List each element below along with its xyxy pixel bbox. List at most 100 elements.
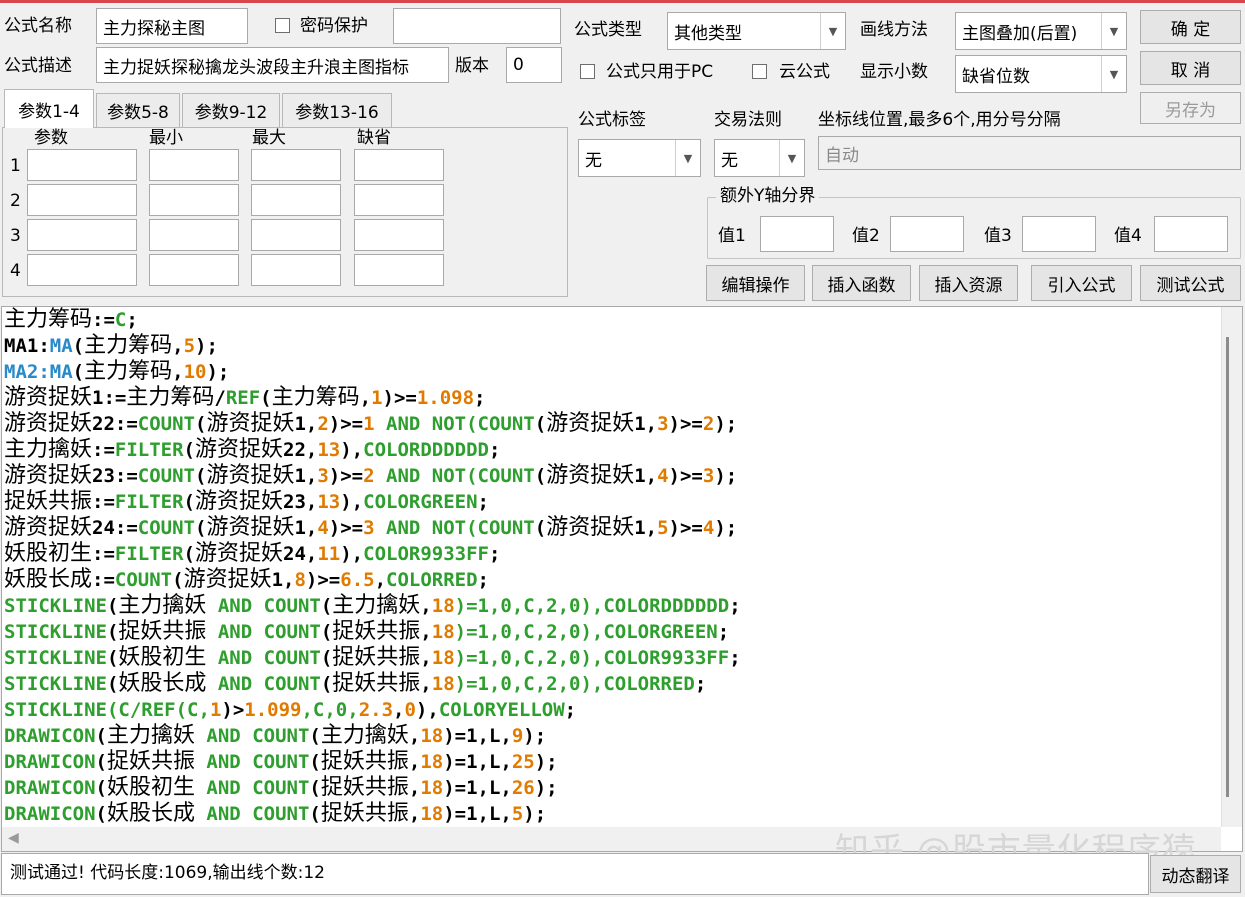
- code-token: :=: [92, 543, 115, 565]
- param-4-max-input[interactable]: [251, 254, 341, 286]
- code-token: )=1,0,C,2,0),: [454, 621, 604, 643]
- trade-rule-select[interactable]: 无 ▼: [714, 139, 805, 177]
- code-token: STICKLINE: [4, 621, 107, 643]
- code-token: 捉妖共振: [320, 801, 409, 826]
- code-line[interactable]: MA1:MA(主力筹码,5);: [4, 333, 741, 359]
- code-line[interactable]: STICKLINE(妖股长成 AND COUNT(捉妖共振,18)=1,0,C,…: [4, 671, 741, 697]
- horizontal-scrollbar[interactable]: ◀: [2, 827, 1221, 851]
- ok-button[interactable]: 确 定: [1140, 10, 1241, 44]
- code-line[interactable]: 游资捉妖24:=COUNT(游资捉妖1,4)>=3 AND NOT(COUNT(…: [4, 515, 741, 541]
- code-line[interactable]: DRAWICON(捉妖共振 AND COUNT(捉妖共振,18)=1,L,25)…: [4, 749, 741, 775]
- draw-method-select[interactable]: 主图叠加(后置) ▼: [955, 12, 1127, 50]
- decimal-select[interactable]: 缺省位数 ▼: [955, 55, 1127, 93]
- test-formula-button[interactable]: 测试公式: [1140, 265, 1241, 301]
- insert-function-button[interactable]: 插入函数: [812, 265, 911, 301]
- coord-line-input[interactable]: 自动: [818, 136, 1241, 170]
- param-4-min-input[interactable]: [149, 254, 239, 286]
- code-line[interactable]: STICKLINE(捉妖共振 AND COUNT(捉妖共振,18)=1,0,C,…: [4, 619, 741, 645]
- code-token: )>=: [328, 413, 364, 435]
- param-3-min-input[interactable]: [149, 219, 239, 251]
- y-value-1-input[interactable]: [760, 216, 834, 252]
- code-token: )=1,0,C,2,0),: [454, 673, 604, 695]
- save-as-button[interactable]: 另存为: [1140, 92, 1241, 124]
- param-1-default-input[interactable]: [354, 149, 444, 181]
- y-value-3-input[interactable]: [1022, 216, 1096, 252]
- formula-tag-select[interactable]: 无 ▼: [578, 139, 701, 177]
- param-2-min-input[interactable]: [149, 184, 239, 216]
- code-line[interactable]: STICKLINE(C/REF(C,1)>1.099,C,0,2.3,0),CO…: [4, 697, 741, 723]
- code-token: 捉妖共振: [332, 671, 421, 696]
- code-line[interactable]: STICKLINE(主力擒妖 AND COUNT(主力擒妖,18)=1,0,C,…: [4, 593, 741, 619]
- password-input[interactable]: [393, 8, 561, 44]
- code-line[interactable]: 捉妖共振:=FILTER(游资捉妖23,13),COLORGREEN;: [4, 489, 741, 515]
- pc-only-checkbox[interactable]: [580, 64, 595, 79]
- param-1-max-input[interactable]: [251, 149, 341, 181]
- code-editor[interactable]: 主力筹码:=C; MA1:MA(主力筹码,5); MA2:MA(主力筹码,10); 游…: [1, 306, 1243, 852]
- code-line[interactable]: STICKLINE(妖股初生 AND COUNT(捉妖共振,18)=1,0,C,…: [4, 645, 741, 671]
- code-token: 1: [363, 413, 375, 435]
- param-3-default-input[interactable]: [354, 219, 444, 251]
- tab-params-9-12[interactable]: 参数9-12: [182, 93, 280, 127]
- code-line[interactable]: 游资捉妖1:=主力筹码/REF(主力筹码,1)>=1.098;: [4, 385, 741, 411]
- vertical-scrollbar[interactable]: [1221, 307, 1242, 827]
- code-line[interactable]: 主力擒妖:=FILTER(游资捉妖22,13),COLORDDDDDD;: [4, 437, 741, 463]
- tab-params-1-4[interactable]: 参数1-4: [4, 89, 94, 128]
- code-token: )>=: [328, 517, 364, 539]
- cloud-formula-checkbox[interactable]: [752, 64, 767, 79]
- chevron-down-icon[interactable]: ▼: [1101, 56, 1126, 92]
- code-line[interactable]: 妖股初生:=FILTER(游资捉妖24,11),COLOR9933FF;: [4, 541, 741, 567]
- formula-type-select[interactable]: 其他类型 ▼: [667, 12, 846, 50]
- tab-params-13-16[interactable]: 参数13-16: [282, 93, 392, 127]
- arrow-left-icon[interactable]: ◀: [8, 830, 19, 846]
- code-line[interactable]: DRAWICON(妖股初生 AND COUNT(捉妖共振,18)=1,L,26)…: [4, 775, 741, 801]
- dynamic-translate-button[interactable]: 动态翻译: [1150, 855, 1241, 893]
- param-2-default-input[interactable]: [354, 184, 444, 216]
- code-token: FILTER: [114, 491, 184, 513]
- code-line[interactable]: DRAWICON(妖股长成 AND COUNT(捉妖共振,18)=1,L,5);: [4, 801, 741, 827]
- chevron-down-icon[interactable]: ▼: [779, 140, 804, 176]
- param-3-max-input[interactable]: [251, 219, 341, 251]
- code-line[interactable]: 主力筹码:=C;: [4, 307, 741, 333]
- param-header-name: 参数: [34, 128, 68, 148]
- code-token: )>=: [668, 413, 703, 435]
- cancel-button[interactable]: 取 消: [1140, 51, 1241, 85]
- param-1-name-input[interactable]: [27, 149, 137, 181]
- scrollbar-thumb[interactable]: [1226, 337, 1229, 797]
- tab-params-5-8[interactable]: 参数5-8: [96, 93, 180, 127]
- code-token: 18: [420, 803, 444, 825]
- code-token: REF: [141, 699, 176, 721]
- code-token: AND: [206, 621, 264, 643]
- password-label: 密码保护: [300, 16, 368, 36]
- param-2-max-input[interactable]: [251, 184, 341, 216]
- param-4-name-input[interactable]: [27, 254, 137, 286]
- code-line[interactable]: 游资捉妖22:=COUNT(游资捉妖1,2)>=1 AND NOT(COUNT(…: [4, 411, 741, 437]
- code-token: 主力筹码: [84, 333, 173, 358]
- password-checkbox[interactable]: [275, 18, 290, 33]
- chevron-down-icon[interactable]: ▼: [675, 140, 700, 176]
- code-token: 捉妖共振: [332, 619, 421, 644]
- version-input[interactable]: 0: [506, 47, 562, 83]
- edit-ops-button[interactable]: 编辑操作: [706, 265, 805, 301]
- code-line[interactable]: DRAWICON(主力擒妖 AND COUNT(主力擒妖,18)=1,L,9);: [4, 723, 741, 749]
- code-token: 主力擒妖: [320, 723, 409, 748]
- param-4-default-input[interactable]: [354, 254, 444, 286]
- formula-name-input[interactable]: 主力探秘主图: [96, 8, 248, 44]
- code-token: 22:=: [92, 413, 138, 435]
- param-2-name-input[interactable]: [27, 184, 137, 216]
- param-3-name-input[interactable]: [27, 219, 137, 251]
- insert-resource-button[interactable]: 插入资源: [919, 265, 1018, 301]
- y-value-2-input[interactable]: [890, 216, 964, 252]
- code-line[interactable]: MA2:MA(主力筹码,10);: [4, 359, 741, 385]
- code-line[interactable]: 游资捉妖23:=COUNT(游资捉妖1,3)>=2 AND NOT(COUNT(…: [4, 463, 741, 489]
- code-token: (: [106, 621, 119, 643]
- formula-desc-input[interactable]: 主力捉妖探秘擒龙头波段主升浪主图指标: [96, 47, 449, 83]
- chevron-down-icon[interactable]: ▼: [820, 13, 845, 49]
- y-value-4-input[interactable]: [1154, 216, 1228, 252]
- code-token: (: [106, 673, 119, 695]
- chevron-down-icon[interactable]: ▼: [1101, 13, 1126, 49]
- code-line[interactable]: 妖股长成:=COUNT(游资捉妖1,8)>=6.5,COLORRED;: [4, 567, 741, 593]
- param-1-min-input[interactable]: [149, 149, 239, 181]
- code-token: COUNT: [477, 517, 535, 539]
- code-token: AND: [206, 595, 264, 617]
- import-formula-button[interactable]: 引入公式: [1031, 265, 1132, 301]
